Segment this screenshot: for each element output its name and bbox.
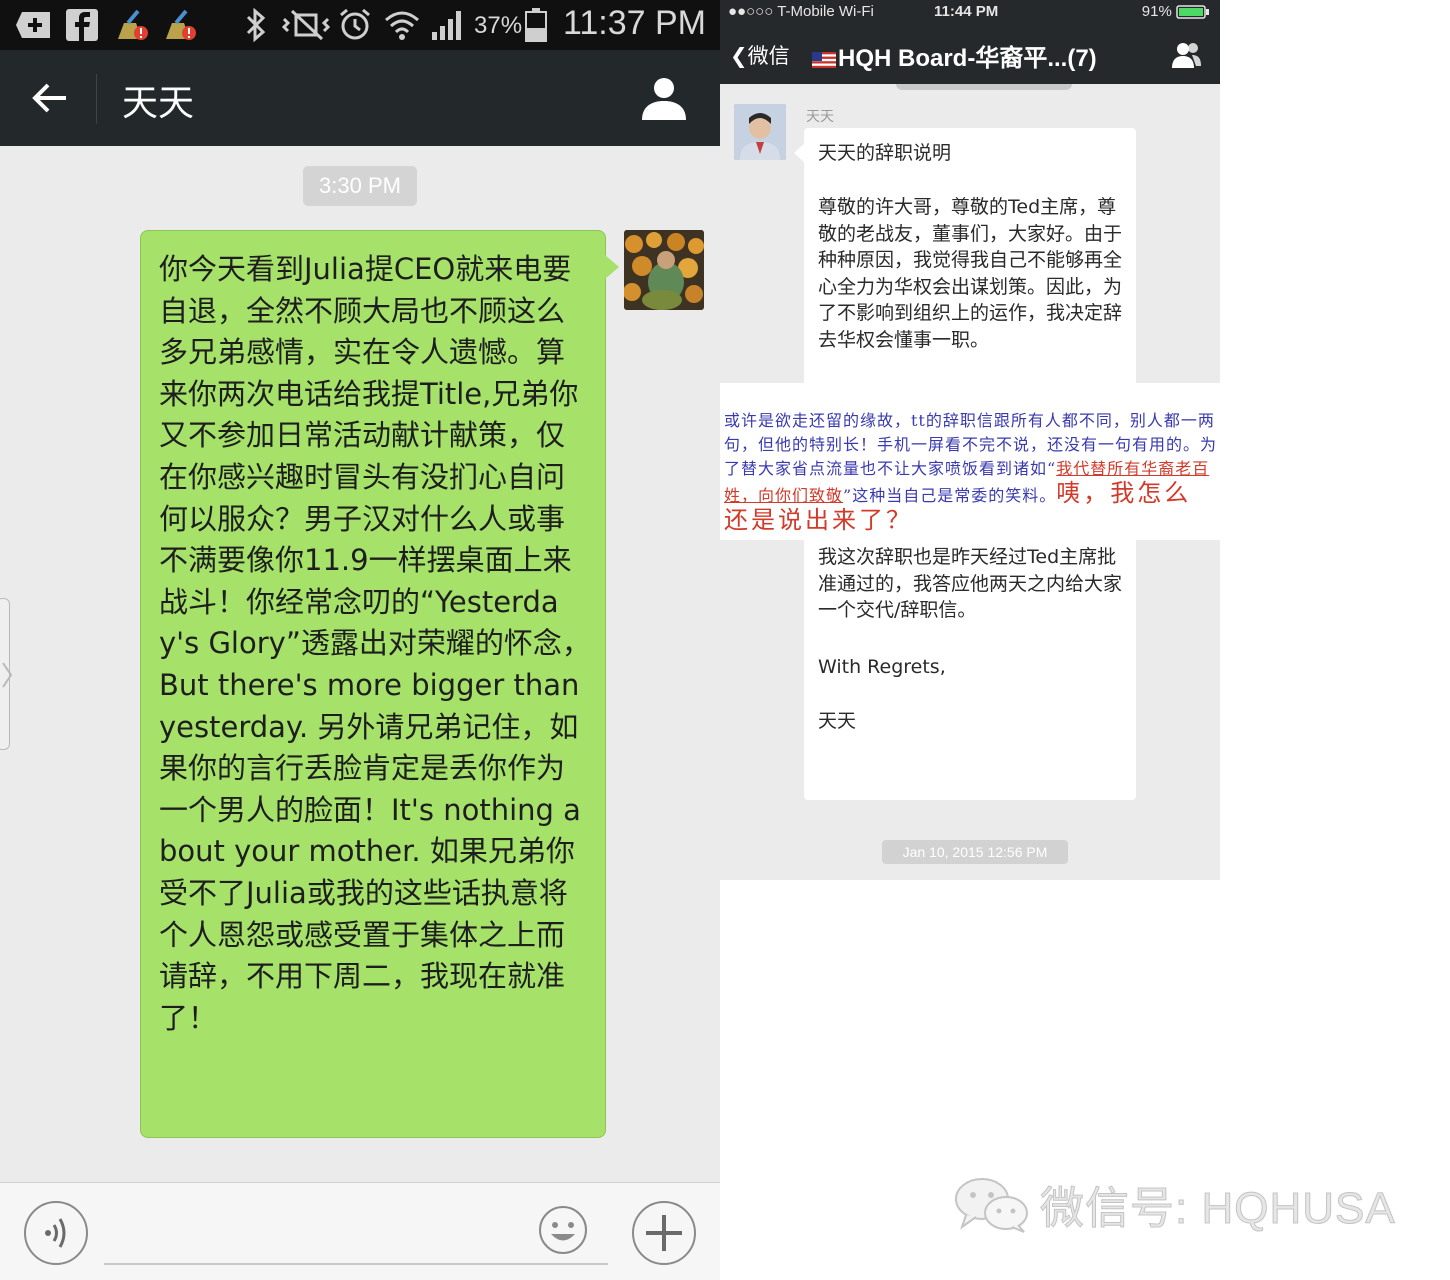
sender-avatar[interactable] bbox=[734, 104, 786, 160]
annotation-overlay: 或许是欲走还留的缘故，tt的辞职信跟所有人都不同，别人都一两句，但他的特别长！手… bbox=[720, 383, 1220, 540]
annotation-part-2: ”这种当自己是常委的笑料。 bbox=[843, 486, 1057, 505]
android-status-bar: 37% 11:37 PM bbox=[0, 0, 720, 50]
profile-icon[interactable] bbox=[640, 74, 688, 122]
ios-battery-percent: 91% bbox=[1141, 3, 1172, 20]
watermark-text: 微信号: HQHUSA bbox=[1040, 1184, 1396, 1234]
card-paragraph-2: 我这次辞职也是昨天经过Ted主席批准通过的，我答应他两天之内给大家一个交代/辞职… bbox=[818, 546, 1123, 622]
ios-status-time: 11:44 PM bbox=[934, 3, 999, 20]
ios-nav-bar: ❮微信 HQH Board-华裔平...(7) bbox=[720, 28, 1220, 82]
ios-status-bar: ●●○○○ T-Mobile Wi-Fi 11:44 PM 91% bbox=[720, 0, 1220, 24]
alarm-icon bbox=[338, 8, 372, 42]
group-title: HQH Board-华裔平...(7) bbox=[812, 38, 1097, 73]
header-divider bbox=[96, 74, 97, 124]
ios-top-bar: ●●○○○ T-Mobile Wi-Fi 11:44 PM 91% ❮微信 HQ… bbox=[720, 0, 1220, 84]
vibrate-mute-icon bbox=[282, 8, 330, 42]
battery-percent: 37% bbox=[474, 12, 523, 39]
status-time: 11:37 PM bbox=[562, 4, 706, 42]
carrier-label: ●●○○○ T-Mobile Wi-Fi bbox=[728, 3, 874, 20]
bluetooth-icon bbox=[244, 8, 268, 42]
wifi-icon bbox=[384, 8, 420, 42]
ios-battery: 91% bbox=[1142, 3, 1210, 20]
card-tail bbox=[794, 144, 804, 162]
cleaner-alert-icon bbox=[114, 8, 150, 42]
signal-icon bbox=[430, 8, 466, 42]
chat-title: 天天 bbox=[122, 83, 195, 124]
more-plus-button[interactable] bbox=[632, 1201, 696, 1265]
facebook-icon bbox=[66, 8, 98, 42]
sender-name: 天天 bbox=[806, 109, 834, 125]
message-timestamp: 3:30 PM bbox=[303, 166, 417, 206]
side-drawer-handle[interactable] bbox=[0, 598, 13, 750]
wechat-watermark: 微信号: HQHUSA bbox=[954, 1174, 1396, 1234]
card-signature: 天天 bbox=[818, 710, 857, 732]
composite-screenshot: 37% 11:37 PM 天天 3:30 PM 你今天看到Julia提CEO就来… bbox=[0, 0, 1450, 1280]
voice-input-button[interactable] bbox=[24, 1201, 88, 1265]
card-paragraph-1: 尊敬的许大哥，尊敬的Ted主席，尊敬的老战友，董事们，大家好。由于种种原因，我觉… bbox=[818, 196, 1123, 351]
emoji-button[interactable] bbox=[538, 1205, 588, 1255]
us-flag-icon bbox=[812, 51, 836, 68]
chat-header: 天天 bbox=[0, 50, 720, 146]
group-title-text: HQH Board-华裔平...(7) bbox=[838, 45, 1097, 72]
annotation-text: 或许是欲走还留的缘故，tt的辞职信跟所有人都不同，别人都一两句，但他的特别长！手… bbox=[724, 409, 1218, 535]
chevron-left-icon: ❮ bbox=[730, 44, 748, 68]
card-closing: With Regrets, bbox=[818, 656, 946, 678]
android-wechat-chat: 37% 11:37 PM 天天 3:30 PM 你今天看到Julia提CEO就来… bbox=[0, 0, 720, 1280]
back-arrow-icon[interactable] bbox=[28, 76, 72, 120]
pull-indicator bbox=[896, 84, 1072, 90]
battery-icon-ios bbox=[1176, 5, 1209, 19]
cleaner-alert-icon-2 bbox=[162, 8, 198, 42]
outgoing-message-bubble[interactable]: 你今天看到Julia提CEO就来电要自退，全然不顾大局也不顾这么多兄弟感情，实在… bbox=[140, 230, 619, 1138]
add-box-icon bbox=[16, 8, 52, 42]
avatar[interactable] bbox=[624, 230, 704, 310]
back-label: 微信 bbox=[747, 44, 790, 68]
card-heading: 天天的辞职说明 bbox=[818, 142, 952, 164]
date-pill: Jan 10, 2015 12:56 PM bbox=[882, 840, 1068, 864]
wechat-logo-icon bbox=[954, 1175, 1030, 1233]
message-text: 你今天看到Julia提CEO就来电要自退，全然不顾大局也不顾这么多兄弟感情，实在… bbox=[159, 252, 591, 1035]
back-button[interactable]: ❮微信 bbox=[730, 40, 790, 70]
input-bar bbox=[0, 1182, 720, 1280]
battery-icon bbox=[524, 8, 548, 42]
text-input-field[interactable] bbox=[104, 1263, 608, 1265]
group-members-icon[interactable] bbox=[1170, 40, 1202, 70]
bubble-tail bbox=[605, 255, 619, 279]
